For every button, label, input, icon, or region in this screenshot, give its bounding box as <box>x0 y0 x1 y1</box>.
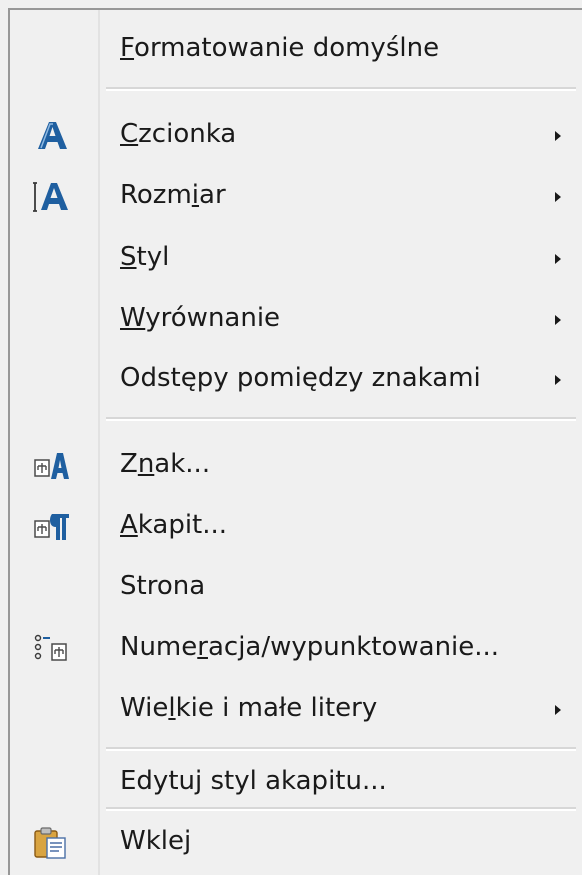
menu-separator <box>106 417 576 421</box>
menu-item-label: Wielkie i małe litery <box>120 693 378 723</box>
menu-item-page[interactable]: Strona <box>10 558 582 618</box>
submenu-arrow-icon <box>555 192 561 202</box>
menu-item-paragraph[interactable]: Akapit... <box>10 497 582 557</box>
submenu-arrow-icon <box>555 375 561 385</box>
menu-item-character-spacing[interactable]: Odstępy pomiędzy znakami <box>10 350 582 410</box>
menu-item-label: Odstępy pomiędzy znakami <box>120 363 481 393</box>
context-menu: Formatowanie domyślne Czcionka Rozmiar S… <box>8 8 582 875</box>
menu-item-style[interactable]: Styl <box>10 229 582 289</box>
menu-item-font[interactable]: Czcionka <box>10 106 582 166</box>
menu-item-label: Styl <box>120 242 170 272</box>
paragraph-dialog-icon <box>32 509 72 545</box>
menu-item-character[interactable]: Znak... <box>10 436 582 496</box>
menu-separator <box>106 747 576 751</box>
submenu-arrow-icon <box>555 315 561 325</box>
menu-item-alignment[interactable]: Wyrównanie <box>10 290 582 350</box>
menu-item-size[interactable]: Rozmiar <box>10 167 582 227</box>
menu-item-label: Wklej <box>120 826 192 856</box>
menu-item-paste[interactable]: Wklej <box>10 813 582 873</box>
submenu-arrow-icon <box>555 131 561 141</box>
menu-item-bullets-numbering[interactable]: Numeracja/wypunktowanie... <box>10 619 582 679</box>
menu-separator <box>106 807 576 811</box>
font-icon <box>32 118 72 154</box>
menu-item-label: Strona <box>120 571 206 601</box>
menu-item-label: Znak... <box>120 449 211 479</box>
font-size-icon <box>32 179 72 215</box>
menu-item-label: Edytuj styl akapitu... <box>120 766 387 796</box>
menu-item-case[interactable]: Wielkie i małe litery <box>10 680 582 740</box>
menu-item-label: Czcionka <box>120 119 237 149</box>
bullets-numbering-icon <box>32 631 72 667</box>
menu-item-label: Rozmiar <box>120 180 226 210</box>
menu-item-label: Formatowanie domyślne <box>120 33 440 63</box>
menu-item-label: Numeracja/wypunktowanie... <box>120 632 500 662</box>
paste-clipboard-icon <box>32 825 72 861</box>
menu-item-default-formatting[interactable]: Formatowanie domyślne <box>10 20 582 80</box>
menu-item-label: Akapit... <box>120 510 228 540</box>
character-dialog-icon <box>32 448 72 484</box>
menu-item-label: Wyrównanie <box>120 303 281 333</box>
submenu-arrow-icon <box>555 254 561 264</box>
menu-item-edit-paragraph-style[interactable]: Edytuj styl akapitu... <box>10 753 582 813</box>
submenu-arrow-icon <box>555 705 561 715</box>
menu-separator <box>106 87 576 91</box>
